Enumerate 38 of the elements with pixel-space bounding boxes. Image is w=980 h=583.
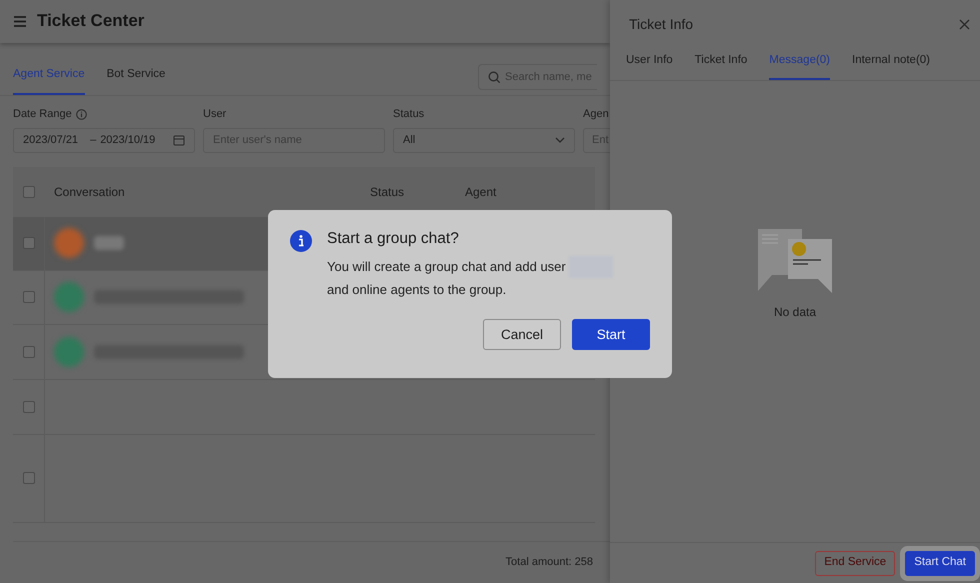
date-range-field[interactable]: 2023/07/21 – 2023/10/19	[13, 128, 195, 152]
info-icon	[76, 108, 87, 120]
tab[interactable]: Ticket Info	[694, 52, 748, 80]
total-amount: Total amount: 258	[506, 555, 593, 570]
filter-label: Status	[393, 107, 424, 122]
column-header: Status	[370, 184, 404, 198]
empty-state-text: No data	[774, 304, 816, 322]
checkbox[interactable]	[22, 400, 34, 412]
checkbox[interactable]	[23, 186, 35, 198]
caret-icon	[555, 137, 565, 143]
start-button[interactable]: Start	[572, 319, 650, 350]
column-header: Agent	[465, 184, 496, 198]
dialog-title: Start a group chat?	[327, 230, 460, 249]
filter-label: User	[203, 107, 226, 122]
close-icon[interactable]	[959, 18, 970, 30]
filter-label: Date Range	[13, 107, 72, 122]
end-service-button[interactable]: End Service	[815, 550, 896, 576]
page-title: Ticket Center	[37, 11, 144, 32]
tab[interactable]: Agent Service	[13, 66, 85, 95]
checkbox[interactable]	[22, 472, 34, 484]
status-select[interactable]: All	[393, 128, 575, 152]
dialog-message: You will create a group chat and add user and online agents to the group.	[327, 254, 614, 302]
column-header: Conversation	[54, 184, 125, 198]
checkbox[interactable]	[22, 237, 34, 249]
cancel-button[interactable]: Cancel	[483, 319, 561, 350]
panel-title: Ticket Info	[629, 14, 694, 34]
checkbox[interactable]	[22, 291, 34, 303]
tab[interactable]: User Info	[626, 52, 673, 80]
tab[interactable]: Message(0)	[769, 52, 830, 80]
info-icon	[290, 230, 312, 252]
filter-label: Agen	[583, 107, 609, 122]
checkbox[interactable]	[22, 346, 34, 358]
menu-icon[interactable]	[13, 15, 27, 28]
tab[interactable]: Internal note(0)	[852, 52, 930, 80]
redacted-text	[94, 236, 124, 250]
calendar-icon	[173, 134, 185, 146]
tab[interactable]: Bot Service	[106, 66, 166, 95]
search-icon	[488, 71, 500, 83]
